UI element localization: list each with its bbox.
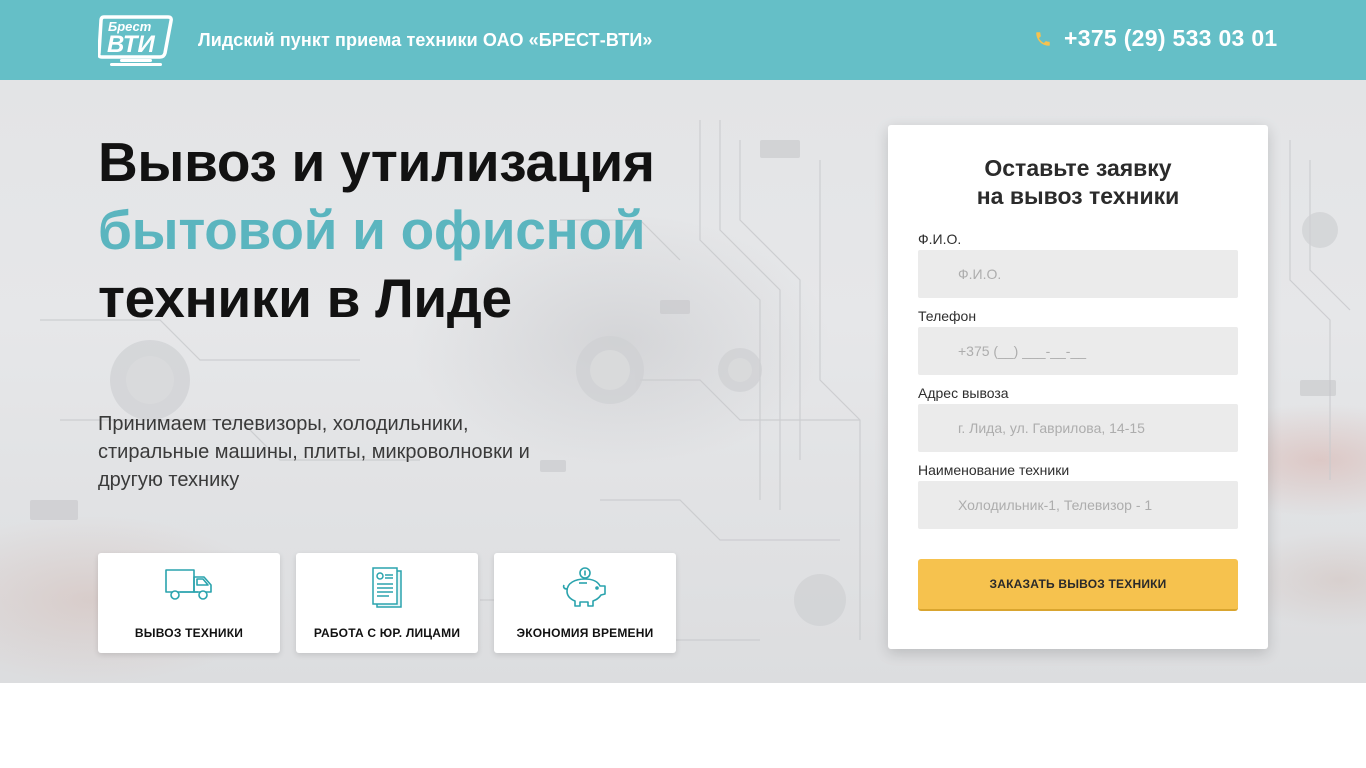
feature-label: ЭКОНОМИЯ ВРЕМЕНИ (516, 626, 654, 640)
hero-description: Принимаем телевизоры, холодильники, стир… (98, 413, 530, 491)
header-phone-number[interactable]: +375 (29) 533 03 01 (1064, 25, 1278, 52)
hero-title-line-2: бытовой и офисной (98, 199, 646, 261)
site-header: Брест ВТИ Лидский пункт приема техники О… (0, 0, 1366, 80)
name-field-label: Ф.И.О. (918, 231, 962, 247)
hero-title-line-3: техники в Лиде (98, 267, 512, 329)
address-field[interactable] (918, 404, 1238, 452)
hero-title: Вывоз и утилизация бытовой и офисной тех… (98, 128, 655, 332)
feature-card-pickup: ВЫВОЗ ТЕХНИКИ (98, 553, 280, 653)
feature-label: РАБОТА С ЮР. ЛИЦАМИ (313, 626, 461, 640)
pickup-request-form: Оставьте заявку на вывоз техники Ф.И.О. … (888, 125, 1268, 649)
address-field-label: Адрес вывоза (918, 385, 1009, 401)
order-pickup-button[interactable]: ЗАКАЗАТЬ ВЫВОЗ ТЕХНИКИ (918, 559, 1238, 611)
form-title-line-1: Оставьте заявку (984, 155, 1172, 181)
form-title: Оставьте заявку на вывоз техники (888, 154, 1268, 210)
hero-section: Вывоз и утилизация бытовой и офисной тех… (0, 80, 1366, 683)
brest-vti-logo[interactable]: Брест ВТИ (98, 13, 174, 67)
phone-field[interactable] (918, 327, 1238, 375)
phone-field-label: Телефон (918, 308, 977, 324)
feature-label: ВЫВОЗ ТЕХНИКИ (134, 626, 244, 640)
phone-icon (1034, 30, 1052, 48)
feature-card-legal-entities: РАБОТА С ЮР. ЛИЦАМИ (296, 553, 478, 653)
header-title: Лидский пункт приема техники ОАО «БРЕСТ-… (198, 30, 653, 50)
name-field[interactable] (918, 250, 1238, 298)
document-icon (372, 567, 402, 608)
piggy-bank-icon (562, 567, 606, 607)
truck-icon (165, 569, 212, 600)
appliance-field-label: Наименование техники (918, 462, 1070, 478)
hero-title-line-1: Вывоз и утилизация (98, 131, 655, 193)
logo-text-main: ВТИ (107, 31, 155, 58)
form-title-line-2: на вывоз техники (976, 183, 1180, 209)
feature-card-time-saving: ЭКОНОМИЯ ВРЕМЕНИ (494, 553, 676, 653)
appliance-field[interactable] (918, 481, 1238, 529)
